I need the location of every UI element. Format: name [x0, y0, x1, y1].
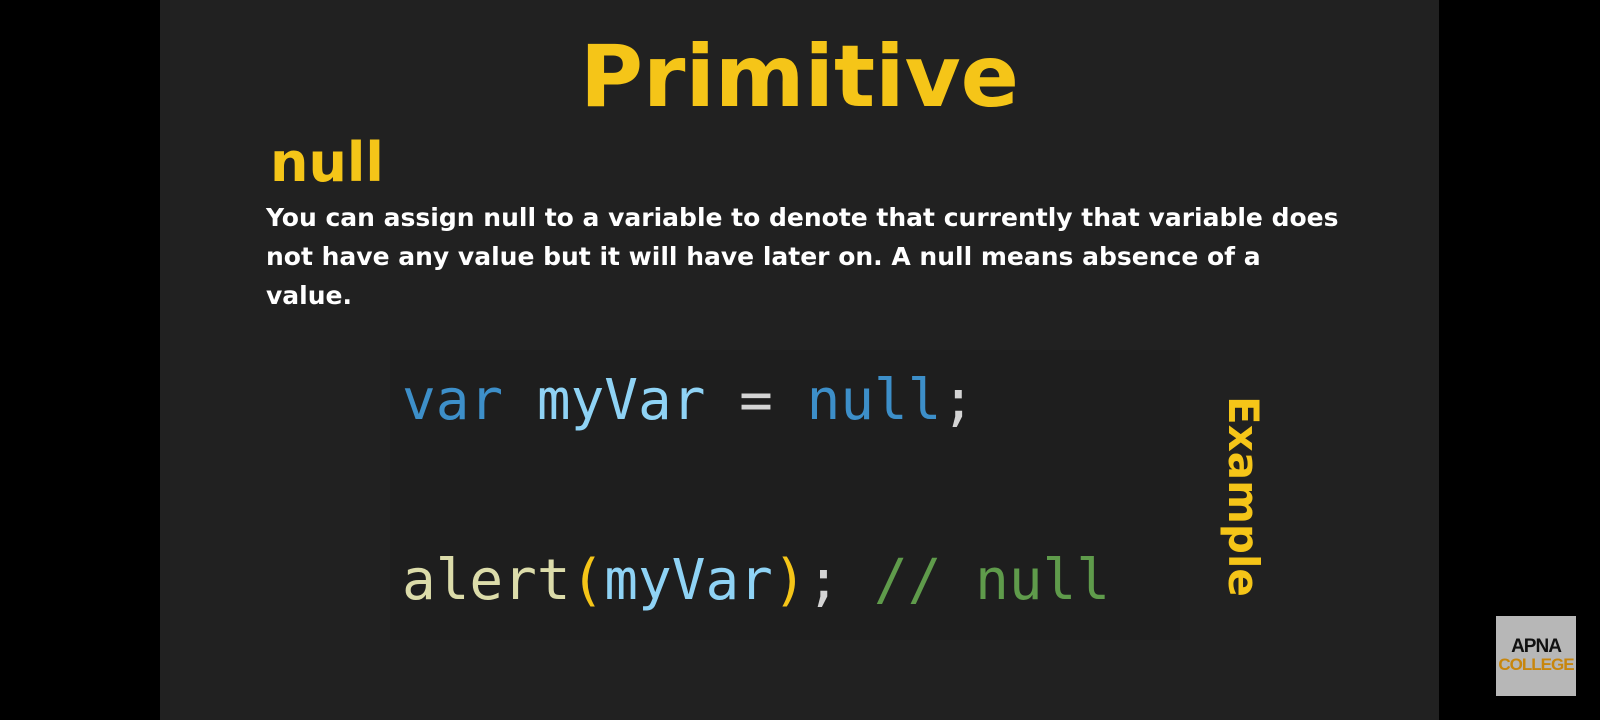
code-close-paren: ) [772, 548, 807, 613]
code-keyword: var [402, 368, 504, 433]
code-comment: // null [874, 548, 1111, 613]
code-line-declaration: var myVar = null; [402, 366, 975, 436]
code-operator: = [739, 368, 773, 433]
code-identifier: myVar [536, 368, 706, 433]
code-terminator: ; [806, 548, 841, 613]
logo-text-top: APNA [1511, 636, 1562, 657]
code-function: alert [402, 548, 571, 613]
slide: Primitive null You can assign null to a … [160, 0, 1439, 720]
code-argument: myVar [604, 548, 773, 613]
apna-college-logo: APNA COLLEGE [1496, 616, 1576, 696]
code-example: var myVar = null; alert(myVar); // null [390, 350, 1180, 640]
example-side-label: Example [1219, 396, 1268, 597]
code-line-alert: alert(myVar); // null [402, 546, 1110, 616]
code-terminator: ; [941, 368, 976, 433]
video-frame: Primitive null You can assign null to a … [0, 0, 1600, 720]
logo-text-bottom: COLLEGE [1498, 655, 1574, 674]
topic-description: You can assign null to a variable to den… [266, 203, 1339, 310]
code-null-literal: null [806, 368, 942, 433]
slide-title: Primitive [580, 27, 1019, 127]
code-open-paren: ( [570, 548, 605, 613]
topic-heading: null [270, 131, 384, 194]
